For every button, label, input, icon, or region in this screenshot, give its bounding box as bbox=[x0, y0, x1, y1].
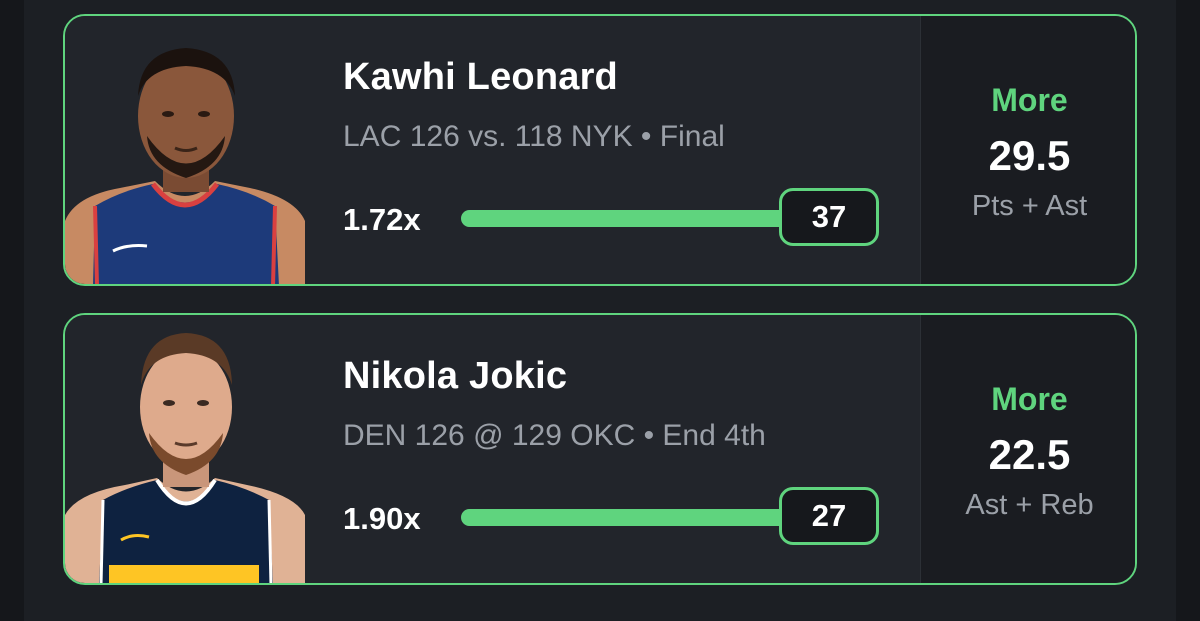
left-gutter bbox=[0, 0, 24, 621]
right-gutter bbox=[1176, 0, 1200, 621]
player-name: Kawhi Leonard bbox=[343, 56, 618, 98]
progress-fill bbox=[461, 210, 801, 227]
player-name: Nikola Jokic bbox=[343, 355, 568, 397]
player-headshot-icon bbox=[65, 315, 307, 583]
player-headshot-icon bbox=[65, 16, 307, 284]
current-stat-badge: 37 bbox=[779, 188, 879, 246]
pick-card[interactable]: Nikola Jokic DEN 126 @ 129 OKC • End 4th… bbox=[63, 313, 1137, 585]
progress-bar bbox=[461, 210, 801, 227]
pick-direction: More bbox=[991, 82, 1068, 118]
pick-stat-type: Pts + Ast bbox=[971, 190, 1088, 222]
current-stat-badge: 27 bbox=[779, 487, 879, 545]
bottom-spacer bbox=[24, 600, 1176, 621]
pick-summary: More 22.5 Ast + Reb bbox=[920, 315, 1135, 583]
progress-bar bbox=[461, 509, 801, 526]
pick-direction: More bbox=[991, 381, 1068, 417]
pick-results-screen: Kawhi Leonard LAC 126 vs. 118 NYK • Fina… bbox=[0, 0, 1200, 621]
payout-multiplier: 1.90x bbox=[343, 501, 421, 536]
pick-line: 29.5 bbox=[988, 132, 1071, 179]
pick-line: 22.5 bbox=[988, 431, 1071, 478]
game-status: DEN 126 @ 129 OKC • End 4th bbox=[343, 419, 766, 452]
pick-stat-type: Ast + Reb bbox=[965, 489, 1094, 521]
payout-multiplier: 1.72x bbox=[343, 202, 421, 237]
game-status: LAC 126 vs. 118 NYK • Final bbox=[343, 120, 725, 153]
progress-fill bbox=[461, 509, 801, 526]
player-info: Nikola Jokic DEN 126 @ 129 OKC • End 4th… bbox=[343, 315, 903, 583]
player-info: Kawhi Leonard LAC 126 vs. 118 NYK • Fina… bbox=[343, 16, 903, 284]
pick-card[interactable]: Kawhi Leonard LAC 126 vs. 118 NYK • Fina… bbox=[63, 14, 1137, 286]
pick-summary: More 29.5 Pts + Ast bbox=[920, 16, 1135, 284]
